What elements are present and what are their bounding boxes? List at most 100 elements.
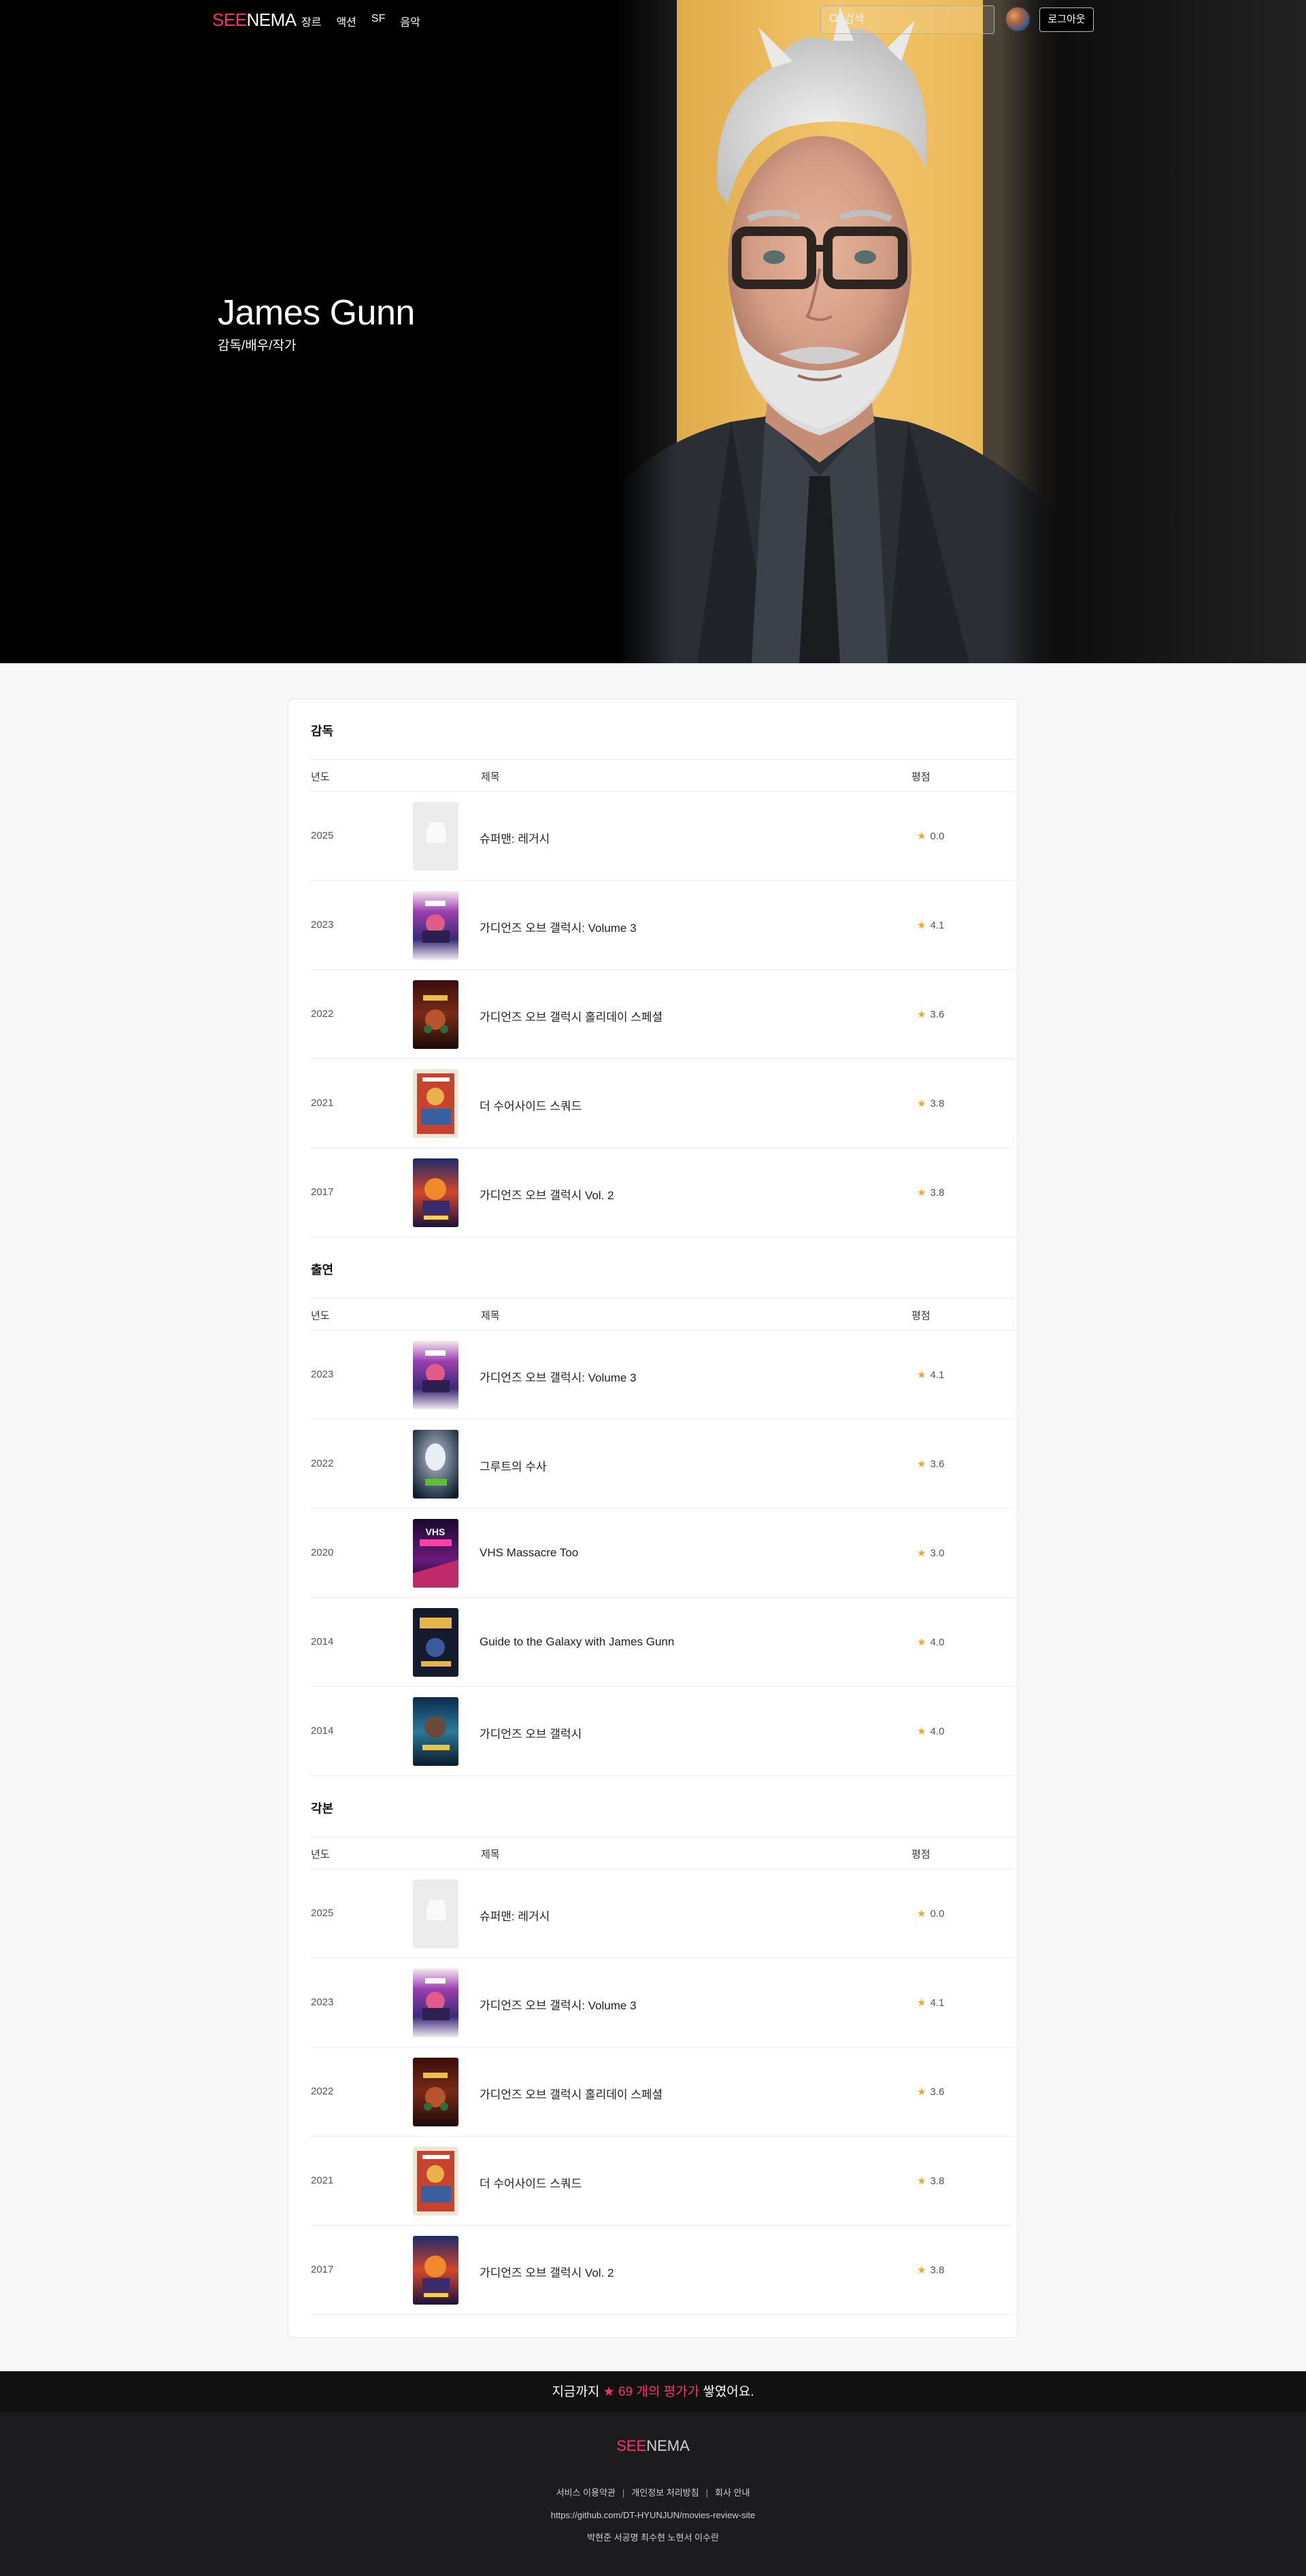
rating-count-banner: 지금까지 ★ 69 개의 평가가 쌓였어요. [0, 2371, 1306, 2413]
film-poster[interactable] [413, 1879, 458, 1948]
photo-fade-right [1000, 0, 1065, 663]
film-row[interactable]: 2021 더 수어사이드 스쿼드 ★ 3.8 [310, 2137, 1014, 2226]
film-poster[interactable] [413, 1969, 458, 2037]
film-row[interactable]: 2022 가디언즈 오브 갤럭시 홀리데이 스페셜 ★ 3.6 [310, 2047, 1014, 2137]
film-poster[interactable] [413, 1158, 458, 1227]
film-title[interactable]: 가디언즈 오브 갤럭시 홀리데이 스페셜 [480, 1007, 663, 1024]
rating-value: 0.0 [930, 831, 945, 842]
rating-value: 4.1 [930, 1997, 945, 2009]
film-rating: ★ 3.6 [917, 2086, 944, 2098]
film-row[interactable]: 2022 가디언즈 오브 갤럭시 홀리데이 스페셜 ★ 3.6 [310, 970, 1014, 1059]
film-poster[interactable] [413, 1608, 458, 1677]
film-title[interactable]: 그루트의 수사 [480, 1457, 547, 1474]
star-icon: ★ [917, 1369, 926, 1381]
banner-suffix: 쌓였어요. [703, 2385, 754, 2399]
film-year: 2023 [311, 919, 334, 931]
film-rating: ★ 3.8 [917, 1186, 944, 1199]
film-row[interactable]: 2017 가디언즈 오브 갤럭시 Vol. 2 ★ 3.8 [310, 2226, 1014, 2315]
film-title[interactable]: 가디언즈 오브 갤럭시: Volume 3 [480, 918, 637, 935]
film-poster[interactable] [413, 2058, 458, 2126]
film-title[interactable]: Guide to the Galaxy with James Gunn [480, 1635, 674, 1649]
star-icon: ★ [917, 2175, 926, 2187]
column-header: 년도 제목 평점 [310, 1837, 1014, 1869]
hero-right-gradient [1048, 0, 1306, 663]
film-poster[interactable]: VHS [413, 1519, 458, 1588]
film-year: 2022 [311, 1008, 334, 1020]
film-title[interactable]: 슈퍼맨: 레거시 [480, 1907, 550, 1924]
column-header: 년도 제목 평점 [310, 1298, 1014, 1331]
film-title[interactable]: 가디언즈 오브 갤럭시: Volume 3 [480, 1996, 637, 2013]
footer-logo: SEENEMA [616, 2437, 690, 2454]
film-row[interactable]: 2021 더 수어사이드 스쿼드 ★ 3.8 [310, 1059, 1014, 1148]
film-title[interactable]: 슈퍼맨: 레거시 [480, 829, 550, 846]
film-row[interactable]: 2022 그루트의 수사 ★ 3.6 [310, 1420, 1014, 1509]
film-rating: ★ 0.0 [917, 1907, 944, 1920]
film-poster[interactable] [413, 1069, 458, 1138]
rating-value: 3.0 [930, 1548, 945, 1559]
film-poster[interactable] [413, 980, 458, 1049]
film-title[interactable]: 가디언즈 오브 갤럭시 Vol. 2 [480, 2263, 614, 2280]
banner-highlight: ★ 69 개의 평가가 [603, 2385, 700, 2399]
film-row[interactable]: 2025 슈퍼맨: 레거시 ★ 0.0 [310, 792, 1014, 881]
film-rating: ★ 4.0 [917, 1636, 944, 1648]
film-row[interactable]: 2017 가디언즈 오브 갤럭시 Vol. 2 ★ 3.8 [310, 1148, 1014, 1237]
nav-item-action[interactable]: 액션 [336, 13, 356, 29]
star-icon: ★ [917, 1908, 926, 1920]
film-title[interactable]: 가디언즈 오브 갤럭시 홀리데이 스페셜 [480, 2085, 663, 2102]
photo-fade-left [616, 0, 677, 663]
footer-repo-link[interactable]: https://github.com/DT-HYUNJUN/movies-rev… [0, 2510, 1306, 2520]
nav-item-genre[interactable]: 장르 [301, 13, 321, 29]
film-title[interactable]: 더 수어사이드 스쿼드 [480, 1097, 582, 1114]
section-title: 출연 [311, 1263, 334, 1277]
film-poster[interactable] [413, 891, 458, 960]
star-icon: ★ [917, 1637, 926, 1648]
star-icon: ★ [917, 1726, 926, 1737]
film-title[interactable]: VHS Massacre Too [480, 1546, 578, 1560]
search-box [820, 5, 994, 34]
star-icon: ★ [917, 920, 926, 931]
star-icon: ★ [917, 1187, 926, 1199]
film-row[interactable]: 2020 VHS VHS Massacre Too ★ 3.0 [310, 1509, 1014, 1598]
column-rating: 평점 [911, 771, 931, 783]
rating-value: 0.0 [930, 1908, 945, 1920]
person-name: James Gunn [218, 293, 415, 333]
film-poster[interactable] [413, 1341, 458, 1409]
column-year: 년도 [311, 771, 330, 783]
logout-button[interactable]: 로그아웃 [1039, 7, 1094, 32]
search-input[interactable] [844, 6, 980, 33]
footer-link-company[interactable]: 회사 안내 [715, 2488, 750, 2498]
footer-link-privacy[interactable]: 개인정보 처리방침 [631, 2488, 699, 2498]
film-poster[interactable] [413, 2236, 458, 2305]
film-poster[interactable] [413, 2147, 458, 2215]
film-row[interactable]: 2023 가디언즈 오브 갤럭시: Volume 3 ★ 4.1 [310, 1331, 1014, 1420]
film-poster[interactable] [413, 1697, 458, 1766]
film-year: 2017 [311, 1186, 334, 1198]
star-icon: ★ [917, 1098, 926, 1109]
film-row[interactable]: 2025 슈퍼맨: 레거시 ★ 0.0 [310, 1869, 1014, 1958]
film-title[interactable]: 가디언즈 오브 갤럭시 Vol. 2 [480, 1186, 614, 1203]
film-poster[interactable] [413, 802, 458, 871]
film-title[interactable]: 더 수어사이드 스쿼드 [480, 2174, 582, 2191]
film-title[interactable]: 가디언즈 오브 갤럭시: Volume 3 [480, 1368, 637, 1385]
nav-item-sf[interactable]: SF [371, 13, 385, 29]
column-header: 년도 제목 평점 [310, 759, 1014, 792]
column-title: 제목 [481, 771, 500, 783]
film-row[interactable]: 2014 가디언즈 오브 갤럭시 ★ 4.0 [310, 1687, 1014, 1776]
person-photo [616, 0, 1058, 663]
nav-item-music[interactable]: 음악 [400, 13, 420, 29]
rating-value: 4.0 [930, 1726, 945, 1737]
film-year: 2014 [311, 1636, 334, 1647]
film-row[interactable]: 2023 가디언즈 오브 갤럭시: Volume 3 ★ 4.1 [310, 1958, 1014, 2047]
user-avatar[interactable] [1005, 7, 1030, 31]
footer-link-terms[interactable]: 서비스 이용약관 [556, 2488, 616, 2498]
film-year: 2022 [311, 2086, 334, 2097]
rating-value: 3.6 [930, 2086, 945, 2098]
star-icon: ★ [917, 1458, 926, 1470]
film-row[interactable]: 2023 가디언즈 오브 갤럭시: Volume 3 ★ 4.1 [310, 881, 1014, 970]
film-poster[interactable] [413, 1430, 458, 1499]
rating-value: 3.6 [930, 1458, 945, 1470]
film-title[interactable]: 가디언즈 오브 갤럭시 [480, 1724, 582, 1741]
section-title: 감독 [311, 724, 334, 738]
site-logo[interactable]: SEENEMA [212, 10, 297, 31]
film-row[interactable]: 2014 Guide to the Galaxy with James Gunn ★… [310, 1598, 1014, 1687]
